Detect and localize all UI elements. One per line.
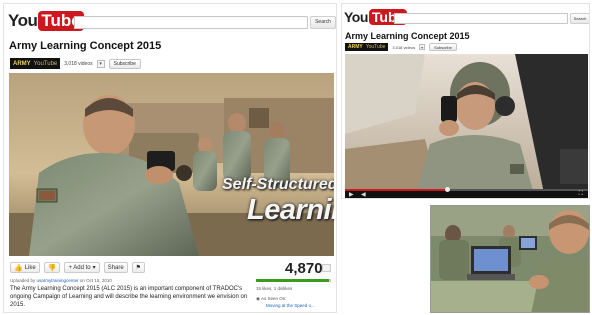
action-bar: 👍 Like 👎 + Add to ▾ Share ⚑: [10, 262, 146, 273]
cockpit-frame-image: [345, 54, 588, 198]
video-count-secondary: 3,018 videos: [392, 44, 416, 50]
like-label: Like: [24, 264, 36, 271]
video-description: The Army Learning Concept 2015 (ALC 2015…: [10, 286, 248, 308]
seen-on-label: As Seen On:: [260, 296, 287, 301]
channel-row: ARMY YouTube 3,018 videos ▾ Subscribe: [10, 58, 141, 69]
player-control-bar: ▶ ◀ ⛶: [345, 187, 588, 198]
video-count: 3,018 videos: [64, 60, 93, 67]
channel-dropdown-secondary[interactable]: ▾: [419, 44, 426, 50]
video-title: Army Learning Concept 2015: [9, 40, 162, 52]
thumbs-up-icon: 👍: [14, 264, 23, 272]
share-button[interactable]: Share: [103, 262, 128, 273]
search-input[interactable]: [74, 16, 308, 29]
youtube-page-secondary: You Tube Search Army Learning Concept 20…: [341, 3, 590, 199]
video-title-secondary: Army Learning Concept 2015: [345, 31, 470, 41]
overlay-line-1: Self-Structured: [222, 176, 334, 193]
upload-info: Uploaded by usarmytrainingcenter on Oct …: [10, 278, 112, 283]
eye-icon: ◉: [256, 296, 260, 301]
search-button[interactable]: Search: [310, 16, 336, 29]
logo-you: You: [8, 11, 38, 30]
channel-badge-secondary[interactable]: ARMY YouTube: [345, 43, 389, 51]
chevron-down-icon: ▾: [99, 60, 102, 67]
search-input-secondary[interactable]: [394, 13, 568, 24]
youtube-page-main: You Tube Search Army Learning Concept 20…: [3, 3, 337, 313]
seen-on-row: ◉ As Seen On:: [256, 296, 286, 302]
uploader-link[interactable]: usarmytrainingcenter: [37, 278, 79, 283]
like-button[interactable]: 👍 Like: [10, 262, 40, 273]
view-count: 4,870: [285, 260, 323, 277]
video-frame-image: [9, 73, 334, 256]
seen-on-link[interactable]: Moving at the Speed o...: [266, 303, 315, 308]
chevron-down-icon: ▾: [92, 265, 96, 271]
overlay-line-2: Learning: [247, 194, 334, 226]
channel-badge-sub: YouTube: [33, 60, 58, 67]
likes-text: 15 likes, 1 dislikes: [256, 286, 293, 291]
soldiers-laptops-photo: [430, 205, 590, 313]
video-player[interactable]: Self-Structured Learning: [9, 73, 334, 256]
channel-dropdown[interactable]: ▾: [96, 59, 105, 68]
uploaded-by-label: Uploaded by: [10, 278, 36, 283]
like-ratio-fill: [256, 279, 329, 282]
flag-button[interactable]: ⚑: [131, 262, 146, 273]
progress-handle[interactable]: [444, 187, 450, 192]
add-to-label: + Add to: [68, 264, 91, 271]
dislike-button[interactable]: 👎: [43, 262, 61, 273]
fullscreen-icon[interactable]: ⛶: [579, 191, 583, 198]
add-to-button[interactable]: + Add to ▾: [64, 262, 100, 273]
play-icon[interactable]: ▶: [349, 191, 354, 198]
search-button-secondary[interactable]: Search: [570, 13, 589, 24]
like-ratio-bar: [256, 279, 331, 282]
video-player-secondary[interactable]: ▶ ◀ ⛶: [345, 54, 588, 198]
upload-date: on Oct 15, 2010: [79, 278, 112, 283]
channel-badge-army: ARMY: [348, 44, 363, 50]
flag-icon: ⚑: [135, 265, 142, 271]
chevron-down-icon: ▾: [421, 45, 424, 50]
channel-badge[interactable]: ARMY YouTube: [10, 58, 61, 69]
stats-icon[interactable]: [322, 264, 331, 272]
logo-you: You: [344, 9, 368, 25]
share-label: Share: [107, 264, 124, 271]
channel-badge-army: ARMY: [13, 60, 31, 67]
subscribe-button-secondary[interactable]: Subscribe: [429, 43, 457, 51]
classroom-photo-image: [431, 206, 589, 312]
channel-row-secondary: ARMY YouTube 3,018 videos ▾ Subscribe: [345, 43, 457, 51]
subscribe-button[interactable]: Subscribe: [108, 58, 141, 69]
thumbs-down-icon: 👎: [47, 264, 57, 272]
channel-badge-sub: YouTube: [365, 44, 386, 50]
youtube-logo[interactable]: You Tube: [8, 11, 84, 31]
volume-icon[interactable]: ◀: [361, 191, 366, 198]
